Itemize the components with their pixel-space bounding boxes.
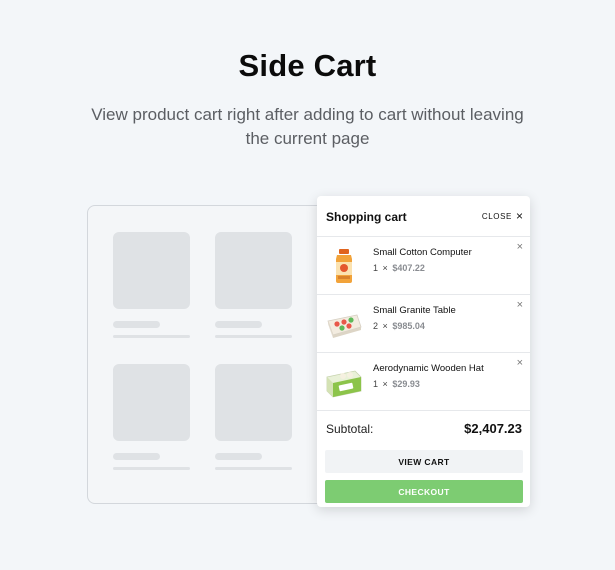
product-placeholder-price [215, 467, 292, 470]
item-price: $985.04 [392, 321, 425, 331]
remove-item-icon[interactable]: × [517, 242, 523, 253]
cart-header: Shopping cart CLOSE × [317, 196, 530, 237]
remove-item-icon[interactable]: × [517, 300, 523, 311]
cart-item: Small Cotton Computer 1 × $407.22 × [317, 237, 530, 295]
product-placeholder-price [215, 335, 292, 338]
subtotal-label: Subtotal: [326, 422, 374, 436]
quantity-separator: × [382, 379, 388, 389]
quantity-separator: × [382, 321, 388, 331]
cart-title: Shopping cart [326, 210, 407, 224]
item-quantity-price: 2 × $985.04 [373, 321, 425, 331]
product-placeholder-title [113, 453, 160, 460]
cart-item: Small Granite Table 2 × $985.04 × [317, 295, 530, 353]
item-quantity-price: 1 × $407.22 [373, 263, 425, 273]
page-subtitle: View product cart right after adding to … [91, 105, 524, 148]
product-placeholder-title [113, 321, 160, 328]
side-cart-panel: Shopping cart CLOSE × Small Cotton Compu… [317, 196, 530, 507]
close-label: CLOSE [481, 211, 512, 221]
cart-item: Aerodynamic Wooden Hat 1 × $29.93 × [317, 353, 530, 411]
page-title: Side Cart [238, 48, 377, 83]
product-placeholder-image [215, 232, 292, 309]
item-name[interactable]: Aerodynamic Wooden Hat [373, 363, 484, 374]
item-price: $29.93 [392, 379, 420, 389]
remove-item-icon[interactable]: × [517, 358, 523, 369]
item-price: $407.22 [392, 263, 425, 273]
view-cart-button[interactable]: VIEW CART [325, 450, 523, 473]
quantity-separator: × [382, 263, 388, 273]
product-placeholder-price [113, 335, 190, 338]
item-quantity: 1 [373, 379, 379, 389]
egg-box-icon [326, 370, 362, 398]
item-name[interactable]: Small Cotton Computer [373, 247, 472, 258]
item-quantity: 1 [373, 263, 379, 273]
product-placeholder-title [215, 453, 262, 460]
juice-bottle-icon [336, 249, 352, 283]
close-icon: × [515, 209, 523, 223]
close-button[interactable]: CLOSE × [481, 209, 523, 223]
item-name[interactable]: Small Granite Table [373, 305, 456, 316]
checkout-button[interactable]: CHECKOUT [325, 480, 523, 503]
product-placeholder-price [113, 467, 190, 470]
product-placeholder-title [215, 321, 262, 328]
product-placeholder-image [215, 364, 292, 441]
item-quantity-price: 1 × $29.93 [373, 379, 420, 389]
subtotal-value: $2,407.23 [464, 421, 522, 436]
egg-carton-icon [327, 314, 362, 338]
product-placeholder-image [113, 364, 190, 441]
product-placeholder-image [113, 232, 190, 309]
item-quantity: 2 [373, 321, 379, 331]
